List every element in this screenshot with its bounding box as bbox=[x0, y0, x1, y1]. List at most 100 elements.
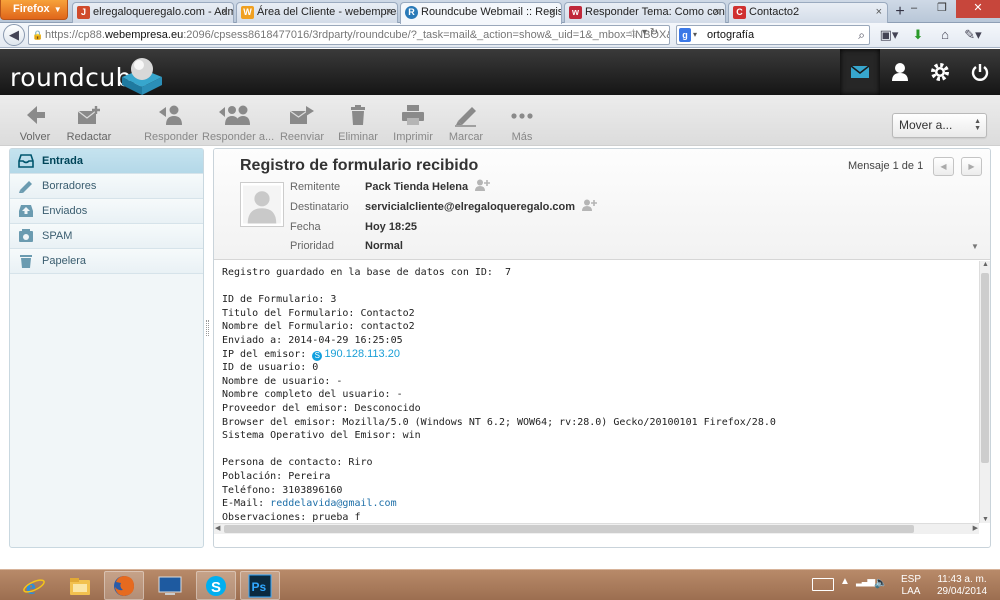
site-favicon-icon: W bbox=[241, 6, 254, 19]
browser-tab[interactable]: J elregaloqueregalo.com - Admin... × bbox=[72, 2, 234, 23]
print-button[interactable]: Imprimir bbox=[390, 103, 436, 145]
close-icon[interactable]: × bbox=[550, 3, 556, 22]
search-bar[interactable]: g ▾ ortografía ⌕ bbox=[676, 25, 870, 45]
download-icon[interactable]: ⬇ bbox=[910, 27, 926, 43]
signal-icon[interactable]: ▂▃▅ bbox=[856, 576, 875, 587]
close-icon[interactable]: × bbox=[876, 3, 882, 22]
email-link[interactable]: reddelavida@gmail.com bbox=[270, 498, 396, 509]
volume-icon[interactable]: 🔈 bbox=[874, 576, 888, 589]
reply-all-button[interactable]: Responder a... bbox=[202, 103, 274, 145]
scroll-up-icon[interactable]: ▲ bbox=[981, 261, 990, 268]
compose-button[interactable]: Redactar bbox=[64, 103, 114, 145]
previous-message-button[interactable]: ◀ bbox=[933, 157, 954, 176]
ie-icon: e bbox=[23, 574, 45, 598]
move-to-folder-select[interactable]: Mover a... ▲ ▼ bbox=[892, 113, 987, 138]
search-bar-value: ortografía bbox=[707, 29, 755, 41]
reply-button-label: Responder bbox=[144, 131, 198, 143]
browser-back-icon[interactable]: ◀ bbox=[3, 24, 25, 46]
chevron-down-icon[interactable]: ▾ bbox=[693, 26, 697, 44]
show-hidden-icons-icon[interactable]: ▲ bbox=[840, 576, 850, 587]
browser-tab-title: Responder Tema: Como config... bbox=[585, 6, 726, 18]
window-controls: – ❐ ✕ bbox=[900, 0, 1000, 18]
back-button[interactable]: Volver bbox=[14, 103, 56, 145]
logout-button[interactable] bbox=[960, 49, 1000, 95]
expand-headers-icon[interactable]: ▼ bbox=[971, 242, 979, 251]
reply-button[interactable]: Responder bbox=[144, 103, 198, 145]
mail-task-button[interactable] bbox=[840, 49, 880, 95]
language-indicator[interactable]: ESP LAA bbox=[898, 574, 924, 598]
search-icon[interactable]: ⌕ bbox=[858, 26, 865, 44]
home-icon[interactable]: ⌂ bbox=[936, 27, 954, 43]
body-line: Nombre de usuario: - bbox=[222, 375, 343, 387]
close-icon[interactable]: × bbox=[714, 3, 720, 22]
inbox-icon bbox=[18, 154, 34, 168]
settings-task-button[interactable] bbox=[920, 49, 960, 95]
gear-icon bbox=[931, 63, 949, 81]
scroll-down-icon[interactable]: ▼ bbox=[981, 516, 990, 523]
add-contact-icon[interactable] bbox=[474, 179, 491, 191]
folder-item-drafts[interactable]: Borradores bbox=[10, 174, 203, 199]
add-contact-icon[interactable] bbox=[581, 199, 598, 211]
addon-icon[interactable]: ✎▾ bbox=[962, 27, 984, 43]
message-body-horizontal-scrollbar[interactable]: ◀ ▶ bbox=[214, 523, 979, 534]
browser-tab-active[interactable]: R Roundcube Webmail :: Registro ... × bbox=[400, 2, 562, 24]
folder-item-spam[interactable]: SPAM bbox=[10, 224, 203, 249]
keyboard-icon[interactable] bbox=[812, 578, 834, 591]
bookmark-star-icon[interactable]: ☆ bbox=[628, 26, 639, 40]
next-message-button[interactable]: ▶ bbox=[961, 157, 982, 176]
taskbar-ie-button[interactable]: e bbox=[14, 571, 54, 600]
taskbar-skype-button[interactable]: S bbox=[196, 571, 236, 600]
forward-button[interactable]: Reenviar bbox=[278, 103, 326, 145]
body-line-label: IP del emisor: bbox=[222, 348, 313, 360]
forward-icon bbox=[289, 106, 314, 124]
message-body-vertical-scrollbar[interactable]: ▲ ▼ bbox=[979, 261, 990, 523]
recipient-address[interactable]: servicialcliente@elregaloqueregalo.com bbox=[365, 201, 575, 213]
mark-button[interactable]: Marcar bbox=[444, 103, 488, 145]
panel-splitter-handle[interactable] bbox=[206, 320, 209, 336]
delete-button[interactable]: Eliminar bbox=[336, 103, 380, 145]
window-close-icon[interactable]: ✕ bbox=[956, 0, 1000, 18]
scroll-right-icon[interactable]: ▶ bbox=[973, 524, 978, 534]
taskbar-photoshop-button[interactable]: Ps bbox=[240, 571, 280, 600]
folder-item-trash[interactable]: Papelera bbox=[10, 249, 203, 274]
minimize-icon[interactable]: – bbox=[900, 0, 928, 18]
body-line: IP del emisor: S 190.128.113.20 bbox=[222, 348, 979, 362]
reload-icon[interactable]: ▾ ↻ bbox=[642, 27, 658, 38]
print-button-label: Imprimir bbox=[393, 131, 433, 143]
sender-name[interactable]: Pack Tienda Helena bbox=[365, 181, 468, 193]
folder-item-inbox[interactable]: Entrada bbox=[10, 149, 203, 174]
scrollbar-thumb[interactable] bbox=[981, 273, 989, 463]
folder-item-label: Enviados bbox=[42, 205, 88, 217]
clock[interactable]: 11:43 a. m. 29/04/2014 bbox=[932, 574, 992, 598]
folder-item-sent[interactable]: Enviados bbox=[10, 199, 203, 224]
envelope-icon bbox=[850, 65, 870, 78]
scroll-left-icon[interactable]: ◀ bbox=[215, 524, 220, 534]
browser-tab[interactable]: w Responder Tema: Como config... × bbox=[564, 2, 726, 23]
bookmarks-menu-icon[interactable]: ▣▾ bbox=[878, 27, 900, 43]
browser-tab[interactable]: W Área del Cliente - webempresa.c... × bbox=[236, 2, 398, 23]
url-bar[interactable]: 🔒 https://cp88.webempresa.eu:2096/cpsess… bbox=[28, 25, 670, 45]
close-icon[interactable]: × bbox=[222, 3, 228, 22]
more-button[interactable]: Más bbox=[500, 103, 544, 145]
body-line: E-Mail: reddelavida@gmail.com bbox=[222, 497, 979, 511]
contacts-task-button[interactable] bbox=[880, 49, 920, 95]
taskbar-firefox-button[interactable] bbox=[104, 571, 144, 600]
trash-icon bbox=[351, 105, 365, 125]
scrollbar-thumb[interactable] bbox=[224, 525, 914, 533]
compose-icon bbox=[77, 106, 100, 124]
keyboard-layout-code: LAA bbox=[901, 586, 921, 597]
body-line: Proveedor del emisor: Desconocido bbox=[222, 402, 421, 414]
g-icon[interactable]: g bbox=[679, 28, 691, 42]
browser-tab[interactable]: C Contacto2 × bbox=[728, 2, 888, 23]
close-icon[interactable]: × bbox=[386, 3, 392, 22]
firefox-menu-button[interactable]: Firefox ▼ bbox=[0, 0, 68, 20]
restore-icon[interactable]: ❐ bbox=[928, 0, 956, 18]
ip-address-link[interactable]: 190.128.113.20 bbox=[324, 348, 400, 360]
firefox-menu-label: Firefox bbox=[13, 3, 50, 15]
taskbar-lenovo-button[interactable] bbox=[150, 571, 190, 600]
folder-item-label: Papelera bbox=[42, 255, 87, 267]
delete-button-label: Eliminar bbox=[338, 131, 378, 143]
header-value-to: servicialcliente@elregaloqueregalo.com bbox=[365, 198, 598, 216]
url-path: :2096/cpsess8618477016/3rdparty/roundcub… bbox=[183, 29, 669, 41]
taskbar-explorer-button[interactable] bbox=[60, 571, 100, 600]
